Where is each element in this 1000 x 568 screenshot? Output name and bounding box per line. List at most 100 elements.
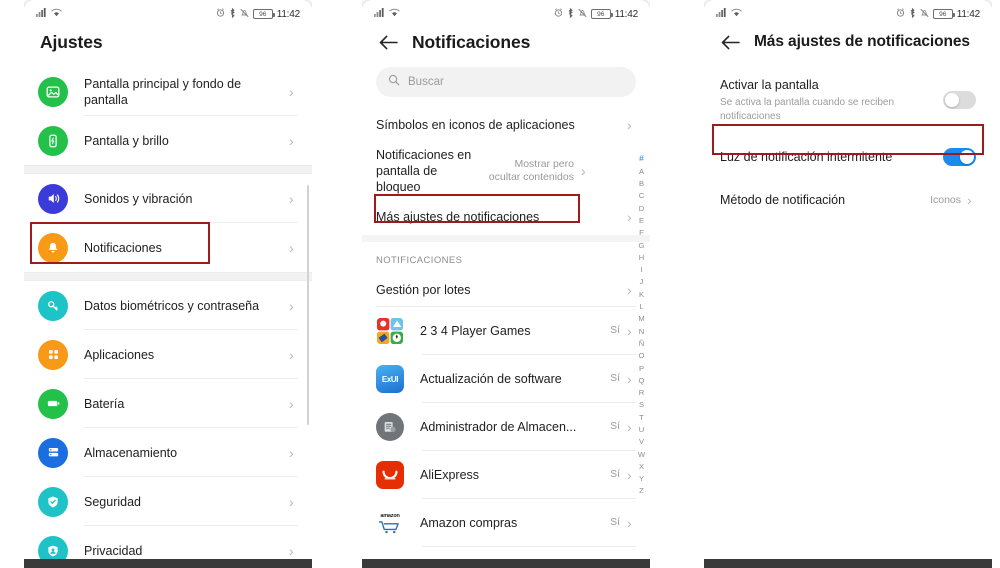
alpha-index-letter[interactable]: # — [639, 152, 644, 166]
alpha-index-letter[interactable]: L — [639, 301, 643, 313]
alpha-index-letter[interactable]: H — [639, 252, 644, 264]
scrollbar-thumb[interactable] — [306, 185, 309, 425]
sidebar-item-storage[interactable]: Almacenamiento › — [24, 428, 312, 477]
list-item[interactable]: Administrador de Almacen... Sí › — [362, 403, 650, 451]
sidebar-item-label: Datos biométricos y contraseña — [84, 298, 260, 313]
row-lockscreen-notifications[interactable]: Notificaciones en pantalla de bloqueo Mo… — [362, 143, 650, 199]
sidebar-item-applications[interactable]: Aplicaciones › — [24, 330, 312, 379]
page-title-bar: Notificaciones — [362, 28, 650, 67]
sidebar-item-sounds[interactable]: Sonidos y vibración › — [24, 174, 312, 223]
app-notification-state: Sí — [610, 420, 620, 433]
alpha-index-letter[interactable]: S — [639, 399, 644, 411]
alpha-index-letter[interactable]: W — [638, 449, 645, 461]
wifi-icon — [731, 8, 742, 20]
row-notification-method[interactable]: Método de notificación Iconos › — [704, 179, 992, 222]
clock-time: 11:42 — [276, 8, 300, 20]
sidebar-item-display-brightness[interactable]: Pantalla y brillo › — [24, 116, 312, 165]
alpha-index-letter[interactable]: E — [639, 215, 644, 227]
alpha-index-letter[interactable]: P — [639, 363, 644, 375]
wake-screen-toggle[interactable] — [943, 91, 976, 110]
search-input[interactable]: Buscar — [376, 67, 636, 97]
app-hihonor-exui-icon: ExUI — [376, 365, 404, 393]
alphabet-index[interactable]: # A B C D E F G H I J K L M N Ñ O P Q R S T U V W X Y Z — [635, 152, 648, 498]
battery-level-text: 96 — [939, 10, 947, 18]
signal-bars-icon — [374, 8, 385, 20]
alpha-index-letter[interactable]: M — [638, 313, 644, 325]
sidebar-item-label: Almacenamiento — [84, 445, 178, 460]
signal-bars-icon — [716, 8, 727, 20]
alpha-index-letter[interactable]: U — [639, 424, 644, 436]
back-arrow-icon[interactable] — [720, 32, 740, 52]
clock-time: 11:42 — [956, 8, 980, 20]
page-title: Más ajustes de notificaciones — [754, 33, 970, 50]
chevron-right-icon: › — [289, 542, 294, 559]
alpha-index-letter[interactable]: B — [639, 178, 644, 190]
alpha-index-letter[interactable]: Ñ — [639, 338, 644, 350]
chevron-right-icon: › — [289, 297, 294, 314]
notification-settings-list: Símbolos en iconos de aplicaciones › Not… — [362, 107, 650, 547]
page-title: Notificaciones — [412, 32, 531, 52]
row-app-icon-badges[interactable]: Símbolos en iconos de aplicaciones › — [362, 107, 650, 143]
status-bar: 96 11:42 — [24, 0, 312, 28]
alpha-index-letter[interactable]: K — [639, 289, 644, 301]
alpha-index-letter[interactable]: Y — [639, 473, 644, 485]
alpha-index-letter[interactable]: Q — [639, 375, 645, 387]
battery-level-text: 96 — [597, 10, 605, 18]
list-item[interactable]: 2 3 4 Player Games Sí › — [362, 307, 650, 355]
notification-light-toggle[interactable] — [943, 148, 976, 167]
row-label: Activar la pantalla — [720, 78, 819, 92]
phone-screen-settings: 96 11:42 Ajustes Pantalla principal y fo… — [24, 0, 312, 568]
signal-bars-icon — [36, 8, 47, 20]
sidebar-item-security[interactable]: Seguridad › — [24, 477, 312, 526]
alpha-index-letter[interactable]: C — [639, 190, 644, 202]
sidebar-item-label: Seguridad — [84, 494, 141, 509]
list-group-divider — [24, 165, 312, 174]
alpha-index-letter[interactable]: Z — [639, 485, 644, 497]
storage-icon — [38, 437, 68, 468]
row-sublabel: Se activa la pantalla cuando se reciben … — [720, 97, 895, 122]
app-aliexpress-icon — [376, 461, 404, 489]
page-title-bar: Ajustes — [24, 28, 312, 67]
alpha-index-letter[interactable]: O — [639, 350, 645, 362]
system-nav-bar — [24, 559, 312, 568]
sidebar-item-battery[interactable]: Batería › — [24, 379, 312, 428]
alpha-index-letter[interactable]: J — [640, 276, 644, 288]
app-name: Actualización de software — [420, 372, 562, 386]
app-amazon-icon: amazon — [376, 509, 404, 537]
sidebar-item-biometrics[interactable]: Datos biométricos y contraseña › — [24, 281, 312, 330]
battery-indicator: 96 — [590, 9, 613, 19]
row-value: Mostrar pero ocultar contenidos — [488, 157, 574, 183]
alpha-index-letter[interactable]: N — [639, 326, 644, 338]
row-wake-screen[interactable]: Activar la pantalla Se activa la pantall… — [704, 66, 992, 136]
sidebar-item-notifications[interactable]: Notificaciones › — [24, 223, 312, 272]
status-bar: 96 11:42 — [704, 0, 992, 28]
row-notification-light[interactable]: Luz de notificación intermitente — [704, 135, 992, 180]
alpha-index-letter[interactable]: G — [639, 240, 645, 252]
alpha-index-letter[interactable]: R — [639, 387, 644, 399]
alpha-index-letter[interactable]: F — [639, 227, 644, 239]
alpha-index-letter[interactable]: A — [639, 166, 644, 178]
display-brightness-icon — [38, 125, 68, 156]
chevron-right-icon: › — [289, 132, 294, 149]
list-item[interactable]: AliExpress Sí › — [362, 451, 650, 499]
sidebar-item-wallpaper[interactable]: Pantalla principal y fondo de pantalla › — [24, 67, 312, 116]
row-value: Iconos — [930, 193, 961, 206]
alpha-index-letter[interactable]: X — [639, 461, 644, 473]
clock-time: 11:42 — [614, 8, 638, 20]
app-storage-manager-icon — [376, 413, 404, 441]
row-label: Símbolos en iconos de aplicaciones — [376, 118, 575, 132]
battery-level-text: 96 — [259, 10, 267, 18]
row-label: Gestión por lotes — [376, 283, 471, 297]
alpha-index-letter[interactable]: I — [640, 264, 642, 276]
row-more-notification-settings[interactable]: Más ajustes de notificaciones › — [362, 199, 650, 235]
app-name: 2 3 4 Player Games — [420, 324, 531, 338]
list-item[interactable]: ExUI Actualización de software Sí › — [362, 355, 650, 403]
back-arrow-icon[interactable] — [378, 33, 398, 53]
app-notification-state: Sí — [610, 516, 620, 529]
alpha-index-letter[interactable]: D — [639, 203, 644, 215]
bell-icon — [38, 232, 68, 263]
alpha-index-letter[interactable]: V — [639, 436, 644, 448]
alpha-index-letter[interactable]: T — [639, 412, 644, 424]
row-batch-management[interactable]: Gestión por lotes › — [362, 273, 650, 307]
list-item[interactable]: amazon Amazon compras Sí › — [362, 499, 650, 547]
